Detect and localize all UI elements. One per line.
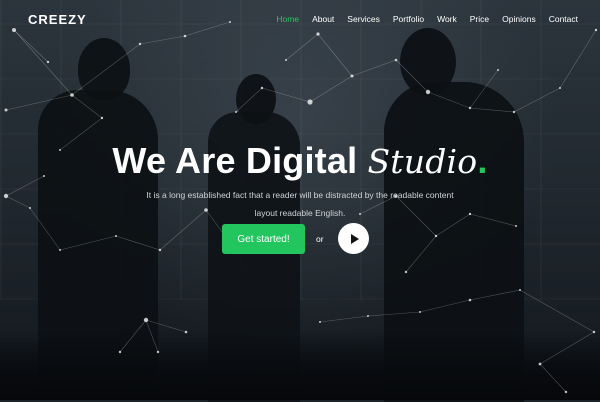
hero-title: We Are Digital Studio. (0, 140, 600, 182)
nav-item-about[interactable]: About (312, 14, 334, 24)
nav-item-opinions[interactable]: Opinions (502, 14, 536, 24)
nav-item-home[interactable]: Home (276, 14, 299, 24)
get-started-button[interactable]: Get started! (222, 224, 305, 254)
hero-subtitle: It is a long established fact that a rea… (146, 190, 454, 218)
nav-item-work[interactable]: Work (437, 14, 457, 24)
nav-item-price[interactable]: Price (470, 14, 489, 24)
nav-item-portfolio[interactable]: Portfolio (393, 14, 424, 24)
hero-title-main: We Are Digital (112, 140, 368, 181)
hero-title-dot: . (477, 140, 488, 181)
nav-item-contact[interactable]: Contact (549, 14, 578, 24)
main-nav: Home About Services Portfolio Work Price… (263, 14, 578, 24)
or-separator: or (316, 234, 324, 244)
nav-item-services[interactable]: Services (347, 14, 380, 24)
brand-logo[interactable]: CREEZY (28, 12, 87, 27)
hero-title-accent: Studio (367, 142, 478, 181)
play-icon (351, 233, 359, 244)
play-video-button[interactable] (338, 223, 369, 254)
